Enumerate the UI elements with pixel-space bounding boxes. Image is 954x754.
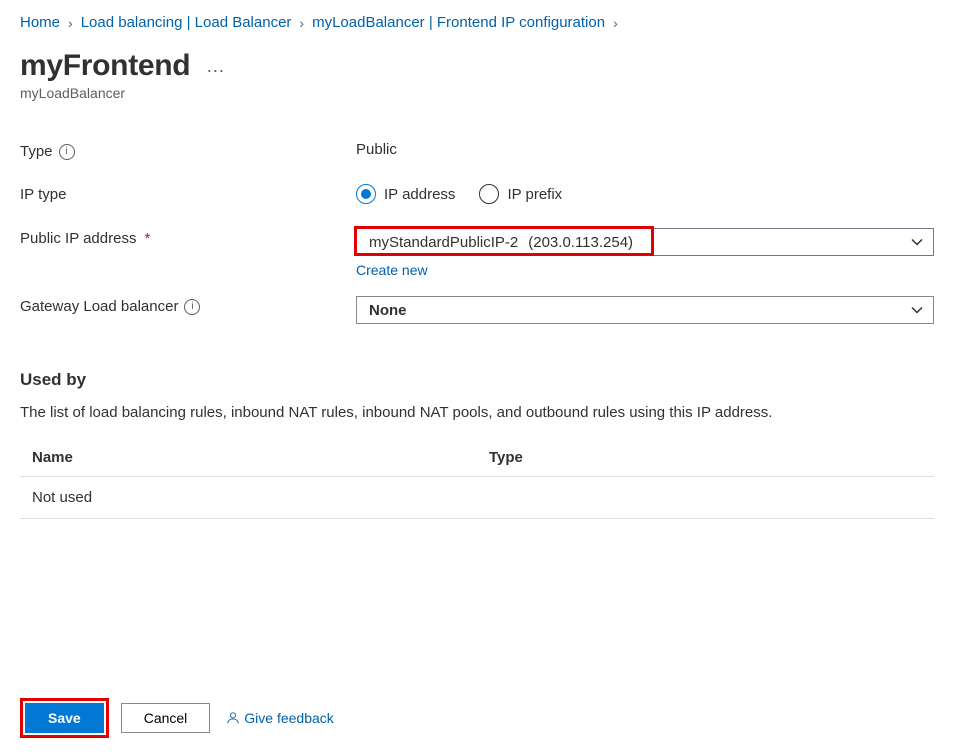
footer: Save Cancel Give feedback xyxy=(0,686,954,754)
radio-ip-address[interactable]: IP address xyxy=(356,184,455,204)
radio-ip-prefix[interactable]: IP prefix xyxy=(479,184,562,204)
type-value: Public xyxy=(356,141,397,158)
chevron-right-icon: › xyxy=(613,15,618,31)
page-subtitle: myLoadBalancer xyxy=(20,85,934,101)
radio-dot-icon xyxy=(479,184,499,204)
table-header-row: Name Type xyxy=(20,439,934,477)
radio-label: IP prefix xyxy=(507,186,562,203)
feedback-icon xyxy=(226,711,240,725)
breadcrumb: Home › Load balancing | Load Balancer › … xyxy=(20,14,934,31)
chevron-right-icon: › xyxy=(299,15,304,31)
breadcrumb-loadbalancing[interactable]: Load balancing | Load Balancer xyxy=(81,14,292,31)
highlight-box: Save xyxy=(20,698,109,738)
public-ip-select[interactable]: myStandardPublicIP-2 (203.0.113.254) xyxy=(356,228,934,256)
breadcrumb-frontend-ip[interactable]: myLoadBalancer | Frontend IP configurati… xyxy=(312,14,605,31)
save-button[interactable]: Save xyxy=(25,703,104,733)
public-ip-value: (203.0.113.254) xyxy=(528,234,633,251)
radio-label: IP address xyxy=(384,186,455,203)
cell-type xyxy=(477,477,934,519)
cancel-button[interactable]: Cancel xyxy=(121,703,211,733)
radio-dot-icon xyxy=(356,184,376,204)
required-mark: * xyxy=(144,230,150,247)
give-feedback-link[interactable]: Give feedback xyxy=(226,710,334,726)
more-button[interactable]: ··· xyxy=(206,52,224,81)
col-name: Name xyxy=(20,439,477,477)
form: Type i Public IP type IP address xyxy=(20,141,934,324)
chevron-right-icon: › xyxy=(68,15,73,31)
cell-name: Not used xyxy=(20,477,477,519)
page-header: myFrontend ··· myLoadBalancer xyxy=(20,49,934,101)
public-ip-label: Public IP address xyxy=(20,230,136,247)
iptype-radio-group: IP address IP prefix xyxy=(356,184,934,204)
info-icon[interactable]: i xyxy=(59,144,75,160)
used-by-description: The list of load balancing rules, inboun… xyxy=(20,404,934,421)
type-label: Type xyxy=(20,143,53,160)
gateway-lb-select[interactable]: None xyxy=(356,296,934,324)
breadcrumb-home[interactable]: Home xyxy=(20,14,60,31)
create-new-link[interactable]: Create new xyxy=(356,262,428,278)
table-row: Not used xyxy=(20,477,934,519)
gateway-lb-label: Gateway Load balancer xyxy=(20,298,178,315)
gateway-lb-value: None xyxy=(369,302,407,319)
info-icon[interactable]: i xyxy=(184,299,200,315)
used-by-heading: Used by xyxy=(20,370,934,390)
public-ip-name: myStandardPublicIP-2 xyxy=(369,234,518,251)
page-title: myFrontend xyxy=(20,49,190,83)
used-by-table: Name Type Not used xyxy=(20,439,934,519)
chevron-down-icon xyxy=(911,304,923,316)
feedback-label: Give feedback xyxy=(244,710,334,726)
chevron-down-icon xyxy=(911,236,923,248)
iptype-label: IP type xyxy=(20,186,66,203)
col-type: Type xyxy=(477,439,934,477)
